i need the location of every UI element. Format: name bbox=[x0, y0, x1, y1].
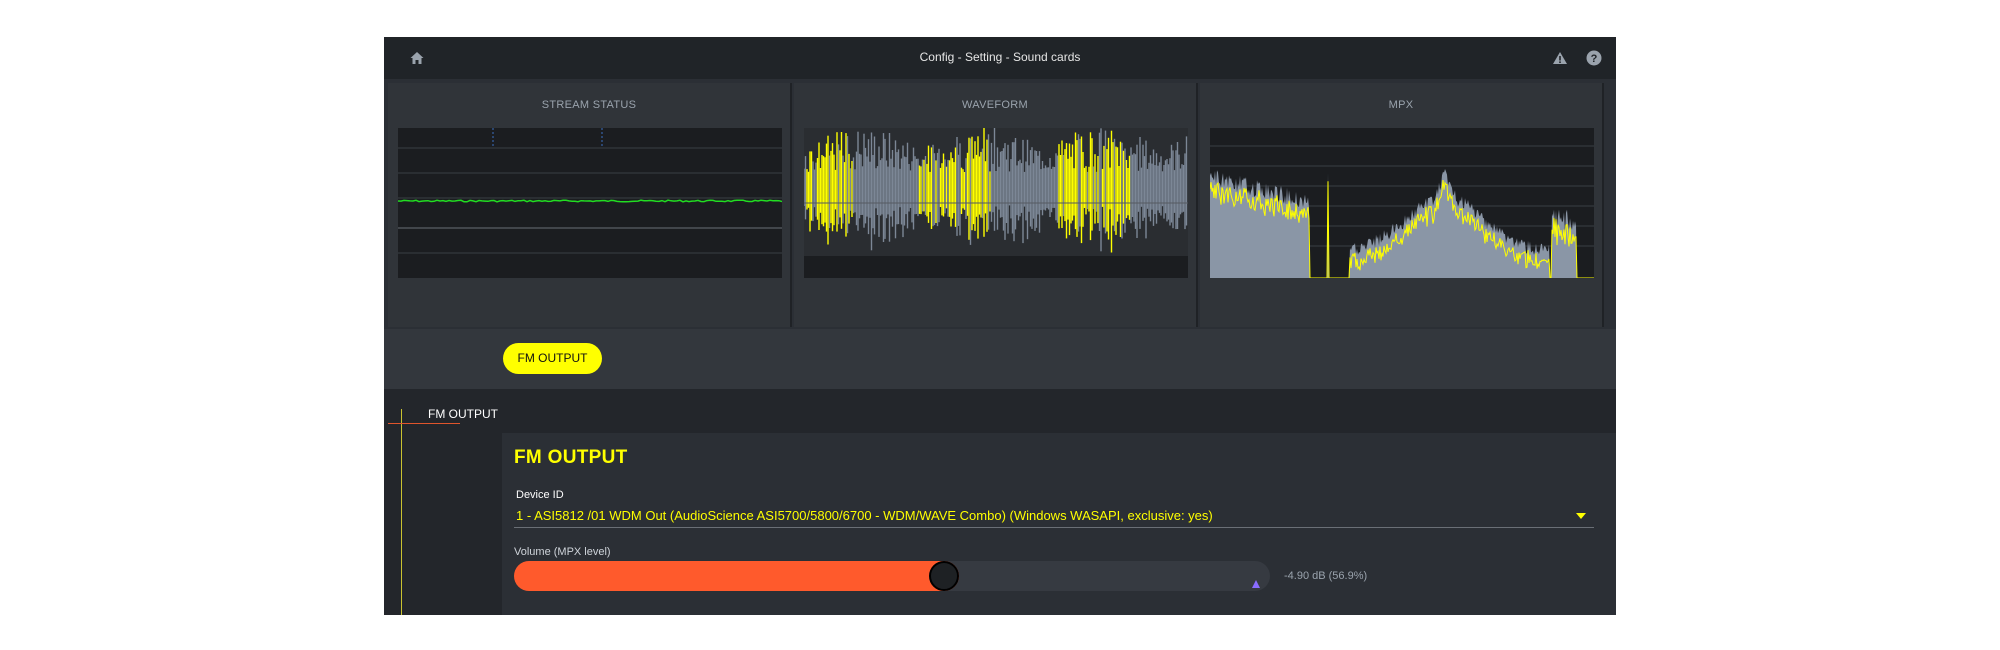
tree-connector bbox=[401, 409, 402, 615]
stream-status-graph bbox=[398, 128, 782, 278]
volume-slider-handle[interactable] bbox=[929, 561, 959, 591]
warning-icon[interactable] bbox=[1551, 49, 1569, 67]
svg-text:?: ? bbox=[1591, 53, 1598, 65]
help-icon[interactable]: ? bbox=[1585, 49, 1603, 67]
max-level-marker-icon bbox=[1252, 580, 1260, 588]
tree-item-fm-output[interactable]: FM OUTPUT bbox=[428, 407, 498, 421]
device-id-select[interactable]: 1 - ASI5812 /01 WDM Out (AudioScience AS… bbox=[514, 505, 1594, 528]
mpx-spectrum bbox=[1210, 128, 1594, 278]
waveform-title: WAVEFORM bbox=[962, 99, 1028, 111]
top-bar: Config - Setting - Sound cards ? bbox=[384, 37, 1616, 79]
volume-fill bbox=[514, 561, 959, 591]
mpx-title: MPX bbox=[1388, 99, 1414, 111]
sound-card-config-window: Config - Setting - Sound cards ? STREAM … bbox=[384, 37, 1616, 615]
output-selector-strip: FM OUTPUT bbox=[384, 329, 1616, 389]
stream-status-panel: STREAM STATUS bbox=[388, 83, 792, 327]
fm-output-button[interactable]: FM OUTPUT bbox=[503, 343, 602, 374]
settings-area: FM OUTPUT FM OUTPUT Device ID 1 - ASI581… bbox=[384, 389, 1616, 615]
device-id-value: 1 - ASI5812 /01 WDM Out (AudioScience AS… bbox=[516, 508, 1213, 523]
waveform-panel: WAVEFORM bbox=[794, 83, 1198, 327]
fm-output-card: FM OUTPUT Device ID 1 - ASI5812 /01 WDM … bbox=[502, 433, 1616, 615]
volume-label: Volume (MPX level) bbox=[514, 546, 611, 558]
chevron-down-icon bbox=[1576, 513, 1586, 519]
stream-status-title: STREAM STATUS bbox=[541, 99, 637, 111]
tree-active-underline bbox=[388, 423, 460, 424]
device-id-label: Device ID bbox=[516, 489, 564, 501]
waveform-graph bbox=[804, 128, 1188, 278]
volume-slider[interactable] bbox=[514, 561, 1270, 591]
page-title: Config - Setting - Sound cards bbox=[919, 50, 1081, 64]
mpx-panel: MPX bbox=[1200, 83, 1604, 327]
card-title: FM OUTPUT bbox=[514, 447, 628, 468]
volume-readout: -4.90 dB (56.9%) bbox=[1284, 570, 1368, 582]
monitor-panels: STREAM STATUS WAVEFORM MPX bbox=[384, 79, 1616, 329]
